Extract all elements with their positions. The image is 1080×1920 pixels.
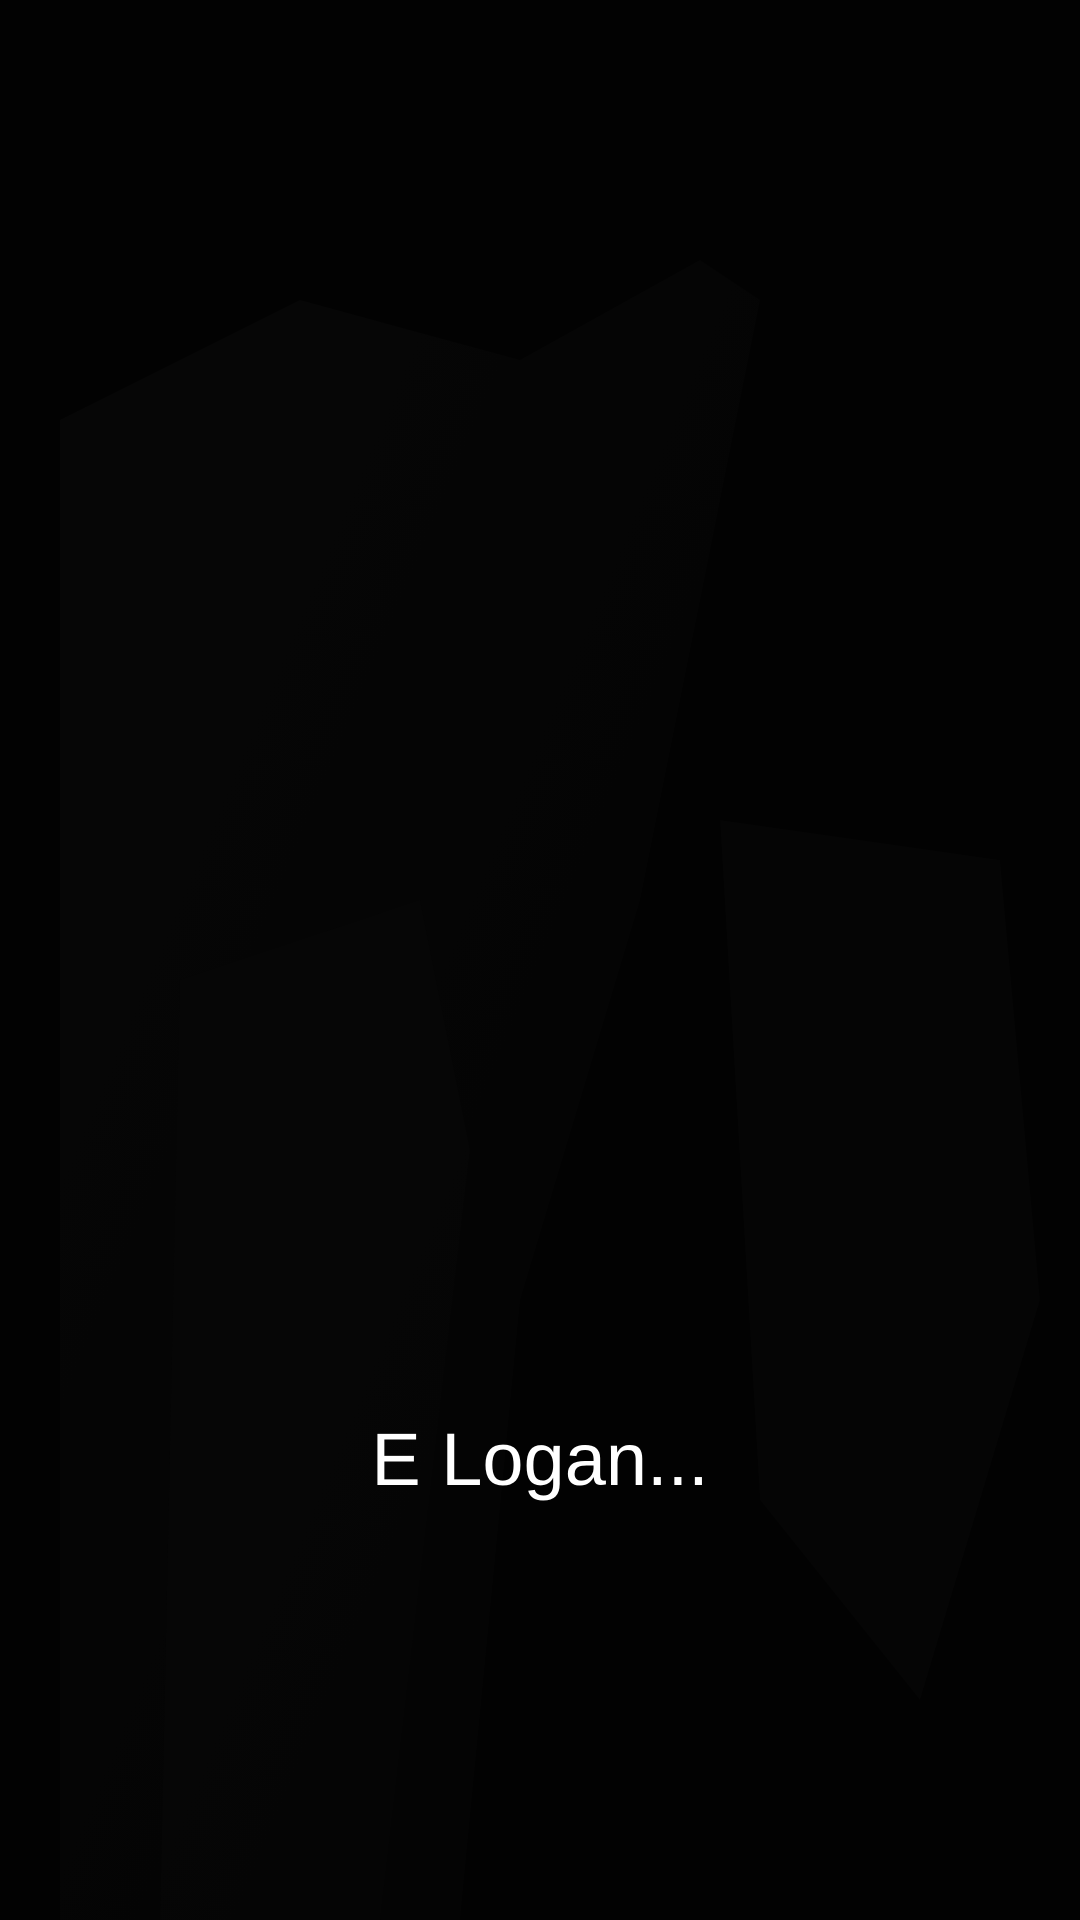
story-scene[interactable]: E Logan... <box>0 0 1080 1920</box>
dark-background-artwork <box>60 260 1040 1920</box>
story-caption: E Logan... <box>371 1418 709 1501</box>
